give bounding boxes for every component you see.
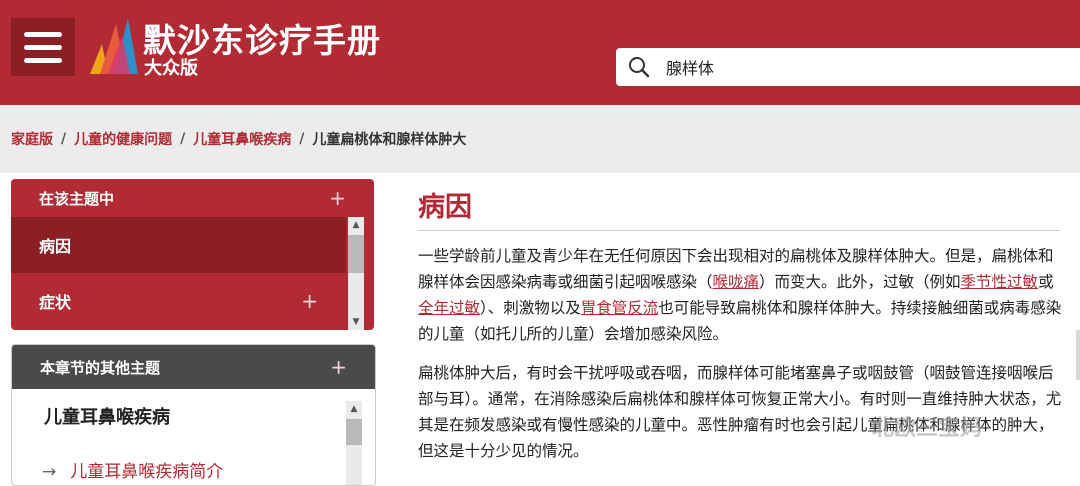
paragraph-text: ）、刺激物以及 bbox=[480, 299, 581, 317]
menu-icon-bar bbox=[24, 44, 62, 50]
search-box[interactable] bbox=[616, 48, 1080, 86]
other-topics-header[interactable]: 本章节的其他主题 + bbox=[12, 345, 375, 389]
brand-subtitle: 大众版 bbox=[144, 58, 198, 79]
other-topics-title: 儿童耳鼻喉疾病 bbox=[44, 407, 170, 428]
in-topic-header-label: 在该主题中 bbox=[39, 189, 115, 208]
breadcrumb-separator: / bbox=[180, 131, 186, 147]
plus-icon[interactable]: + bbox=[329, 186, 346, 210]
other-topics-panel: 本章节的其他主题 + 儿童耳鼻喉疾病 → 儿童耳鼻喉疾病简介 ▲ bbox=[11, 344, 376, 486]
hamburger-menu-button[interactable] bbox=[11, 18, 75, 76]
plus-icon[interactable]: + bbox=[330, 355, 347, 379]
plus-icon[interactable]: + bbox=[301, 289, 318, 313]
in-topic-header[interactable]: 在该主题中 + bbox=[11, 179, 374, 217]
paragraph-causes: 一些学龄前儿童及青少年在无任何原因下会出现相对的扁桃体及腺样体肿大。但是，扁桃体… bbox=[418, 243, 1062, 347]
scroll-up-icon[interactable]: ▲ bbox=[348, 217, 364, 233]
breadcrumb-separator: / bbox=[299, 131, 305, 147]
site-header: 默沙东诊疗手册 大众版 bbox=[0, 0, 1080, 105]
heading-divider bbox=[418, 230, 1060, 231]
watermark: 北欧三宝妈 bbox=[872, 416, 983, 441]
link-gerd[interactable]: 胃食管反流 bbox=[581, 299, 659, 317]
scrollbar-thumb[interactable] bbox=[346, 419, 362, 445]
breadcrumb-children-health[interactable]: 儿童的健康问题 bbox=[74, 129, 172, 149]
search-input[interactable] bbox=[664, 56, 1048, 78]
topic-scrollbar[interactable]: ▲ ▼ bbox=[348, 217, 364, 330]
paragraph-text: 或 bbox=[1038, 273, 1054, 291]
link-seasonal-allergy[interactable]: 季节性过敏 bbox=[961, 273, 1039, 291]
menu-icon-bar bbox=[24, 31, 62, 37]
other-topic-link[interactable]: → 儿童耳鼻喉疾病简介 bbox=[42, 457, 223, 482]
breadcrumb-current: 儿童扁桃体和腺样体肿大 bbox=[312, 132, 467, 148]
other-topic-link-label: 儿童耳鼻喉疾病简介 bbox=[70, 462, 224, 482]
topic-item-symptoms[interactable]: 症状 + bbox=[11, 273, 346, 329]
paragraph-text: ）而变大。此外，过敏（例如 bbox=[759, 273, 961, 291]
arrow-right-icon: → bbox=[42, 462, 57, 482]
topic-item-label: 病因 bbox=[39, 237, 72, 256]
link-sore-throat[interactable]: 喉咙痛 bbox=[713, 273, 760, 291]
other-topics-header-label: 本章节的其他主题 bbox=[40, 358, 161, 377]
breadcrumb: 家庭版 / 儿童的健康问题 / 儿童耳鼻喉疾病 / 儿童扁桃体和腺样体肿大 bbox=[0, 105, 1080, 173]
other-topics-scrollbar[interactable]: ▲ bbox=[346, 401, 362, 485]
section-heading: 病因 bbox=[418, 192, 472, 223]
in-topic-panel: 在该主题中 + 病因 症状 + ▲ ▼ bbox=[11, 179, 374, 330]
edge-tab bbox=[1076, 330, 1080, 380]
breadcrumb-ent-disorders[interactable]: 儿童耳鼻喉疾病 bbox=[193, 129, 291, 149]
scroll-up-icon[interactable]: ▲ bbox=[346, 401, 362, 417]
brand-logo-icon[interactable] bbox=[82, 14, 140, 78]
topic-item-label: 症状 bbox=[39, 293, 72, 312]
search-icon[interactable] bbox=[628, 56, 650, 78]
topic-item-causes[interactable]: 病因 bbox=[11, 217, 346, 273]
scrollbar-thumb[interactable] bbox=[348, 235, 364, 273]
breadcrumb-separator: / bbox=[61, 131, 67, 147]
breadcrumb-home[interactable]: 家庭版 bbox=[11, 129, 53, 149]
scroll-down-icon[interactable]: ▼ bbox=[348, 314, 364, 330]
menu-icon-bar bbox=[24, 57, 62, 63]
link-perennial-allergy[interactable]: 全年过敏 bbox=[418, 299, 480, 317]
